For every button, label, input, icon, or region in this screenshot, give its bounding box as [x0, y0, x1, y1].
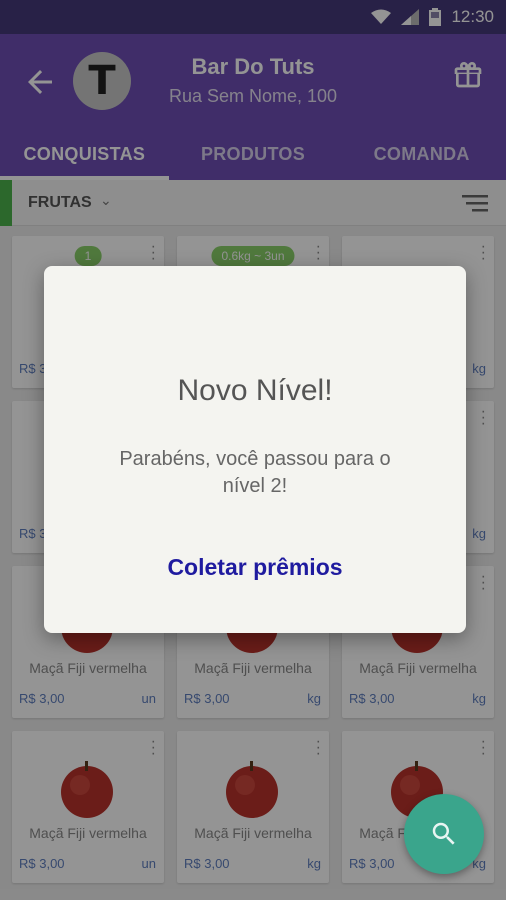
search-fab[interactable]	[404, 794, 484, 874]
collect-rewards-button[interactable]: Coletar prêmios	[44, 554, 466, 581]
dialog-message: Parabéns, você passou para o nível 2!	[119, 448, 391, 497]
dialog-title: Novo Nível!	[177, 374, 333, 407]
search-icon	[432, 822, 455, 845]
level-up-dialog: Novo Nível! Parabéns, você passou para o…	[44, 266, 466, 633]
